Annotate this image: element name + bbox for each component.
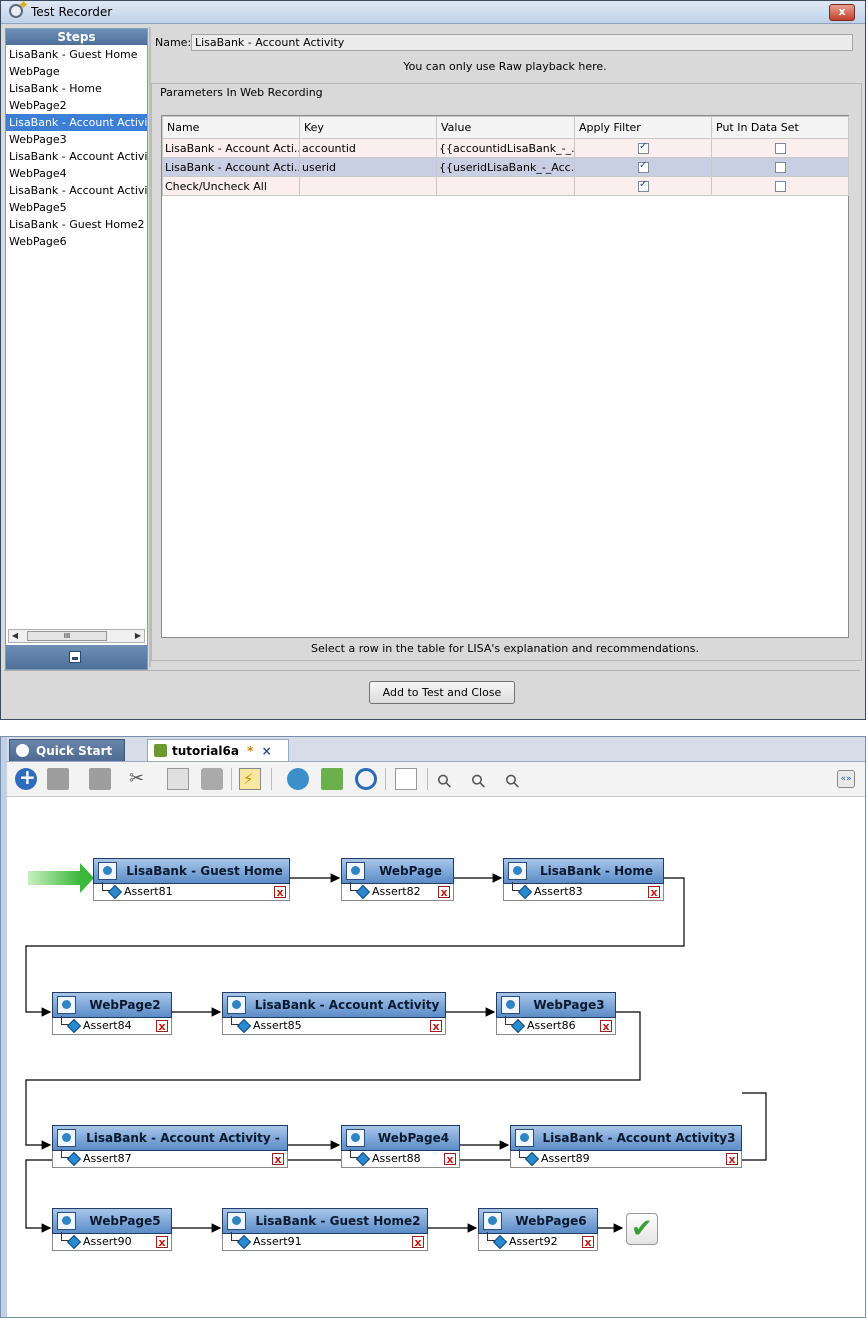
web-step-icon xyxy=(483,1212,502,1230)
step-node-label: WebPage xyxy=(379,864,442,878)
step-node-label: WebPage5 xyxy=(89,1214,161,1228)
step-node-label: WebPage4 xyxy=(377,1131,450,1145)
step-node-header[interactable]: LisaBank - Account Activity3 xyxy=(510,1125,742,1151)
assertion-label: Assert91 xyxy=(253,1235,302,1248)
step-node-header[interactable]: LisaBank - Guest Home2 xyxy=(222,1208,428,1234)
step-node-label: WebPage3 xyxy=(533,998,605,1012)
delete-assertion-icon[interactable]: x xyxy=(274,886,286,898)
assertion-row[interactable]: Assert87 x xyxy=(52,1149,288,1168)
assertion-row[interactable]: Assert89 x xyxy=(510,1149,742,1168)
flow-step-node[interactable]: WebPage4 Assert88 x xyxy=(341,1125,460,1168)
assertion-row[interactable]: Assert84 x xyxy=(52,1016,172,1035)
web-step-icon xyxy=(227,1212,246,1230)
flow-step-node[interactable]: LisaBank - Guest Home2 Assert91 x xyxy=(222,1208,428,1251)
web-step-icon xyxy=(346,1129,365,1147)
assertion-label: Assert83 xyxy=(534,885,583,898)
assertion-label: Assert84 xyxy=(83,1019,132,1032)
step-node-label: LisaBank - Home xyxy=(539,864,654,878)
assertion-row[interactable]: Assert85 x xyxy=(222,1016,446,1035)
assertion-row[interactable]: Assert90 x xyxy=(52,1232,172,1251)
web-step-icon xyxy=(227,996,246,1014)
flow-step-node[interactable]: LisaBank - Account Activity3 Assert89 x xyxy=(510,1125,742,1168)
step-node-header[interactable]: WebPage2 xyxy=(52,992,172,1018)
web-step-icon xyxy=(98,862,117,880)
flow-step-node[interactable]: LisaBank - Home Assert83 x xyxy=(503,858,664,901)
step-node-header[interactable]: WebPage6 xyxy=(478,1208,598,1234)
assertion-label: Assert85 xyxy=(253,1019,302,1032)
step-node-label: WebPage6 xyxy=(515,1214,587,1228)
step-node-header[interactable]: WebPage xyxy=(341,858,454,884)
web-step-icon xyxy=(57,1129,76,1147)
step-node-header[interactable]: LisaBank - Guest Home xyxy=(93,858,290,884)
assertion-row[interactable]: Assert91 x xyxy=(222,1232,428,1251)
assertion-row[interactable]: Assert83 x xyxy=(503,882,664,901)
web-step-icon xyxy=(57,996,76,1014)
step-node-header[interactable]: WebPage3 xyxy=(496,992,616,1018)
delete-assertion-icon[interactable]: x xyxy=(600,1020,612,1032)
assertion-label: Assert82 xyxy=(372,885,421,898)
flow-step-node[interactable]: WebPage6 Assert92 x xyxy=(478,1208,598,1251)
step-node-label: WebPage2 xyxy=(89,998,161,1012)
flow-step-node[interactable]: WebPage Assert82 x xyxy=(341,858,454,901)
assertion-row[interactable]: Assert81 x xyxy=(93,882,290,901)
step-node-label: LisaBank - Account Activity - xyxy=(86,1131,280,1145)
web-step-icon xyxy=(501,996,520,1014)
delete-assertion-icon[interactable]: x xyxy=(438,886,450,898)
assertion-label: Assert92 xyxy=(509,1235,558,1248)
delete-assertion-icon[interactable]: x xyxy=(444,1153,456,1165)
delete-assertion-icon[interactable]: x xyxy=(412,1236,424,1248)
assertion-row[interactable]: Assert86 x xyxy=(496,1016,616,1035)
flow-step-node[interactable]: WebPage2 Assert84 x xyxy=(52,992,172,1035)
end-checkmark-icon[interactable] xyxy=(626,1213,658,1245)
web-step-icon xyxy=(57,1212,76,1230)
assertion-label: Assert88 xyxy=(372,1152,421,1165)
delete-assertion-icon[interactable]: x xyxy=(582,1236,594,1248)
flow-connectors xyxy=(25,873,767,1233)
assertion-label: Assert90 xyxy=(83,1235,132,1248)
assertion-label: Assert86 xyxy=(527,1019,576,1032)
delete-assertion-icon[interactable]: x xyxy=(430,1020,442,1032)
assertion-row[interactable]: Assert82 x xyxy=(341,882,454,901)
step-node-label: LisaBank - Account Activity xyxy=(254,998,440,1012)
step-node-header[interactable]: LisaBank - Home xyxy=(503,858,664,884)
delete-assertion-icon[interactable]: x xyxy=(156,1020,168,1032)
assertion-label: Assert81 xyxy=(124,885,173,898)
delete-assertion-icon[interactable]: x xyxy=(272,1153,284,1165)
step-node-label: LisaBank - Guest Home xyxy=(126,864,283,878)
flow-step-node[interactable]: WebPage5 Assert90 x xyxy=(52,1208,172,1251)
assertion-label: Assert87 xyxy=(83,1152,132,1165)
flow-step-node[interactable]: LisaBank - Account Activity Assert85 x xyxy=(222,992,446,1035)
web-step-icon xyxy=(515,1129,534,1147)
web-step-icon xyxy=(346,862,365,880)
assertion-label: Assert89 xyxy=(541,1152,590,1165)
delete-assertion-icon[interactable]: x xyxy=(726,1153,738,1165)
assertion-row[interactable]: Assert92 x xyxy=(478,1232,598,1251)
step-node-header[interactable]: LisaBank - Account Activity xyxy=(222,992,446,1018)
step-node-header[interactable]: LisaBank - Account Activity - xyxy=(52,1125,288,1151)
start-arrow-icon xyxy=(28,863,94,893)
web-step-icon xyxy=(508,862,527,880)
flow-step-node[interactable]: LisaBank - Guest Home Assert81 x xyxy=(93,858,290,901)
delete-assertion-icon[interactable]: x xyxy=(156,1236,168,1248)
flow-step-node[interactable]: LisaBank - Account Activity - Assert87 x xyxy=(52,1125,288,1168)
step-node-label: LisaBank - Guest Home2 xyxy=(255,1214,421,1228)
flow-step-node[interactable]: WebPage3 Assert86 x xyxy=(496,992,616,1035)
step-node-header[interactable]: WebPage5 xyxy=(52,1208,172,1234)
delete-assertion-icon[interactable]: x xyxy=(648,886,660,898)
step-node-label: LisaBank - Account Activity3 xyxy=(542,1131,736,1145)
assertion-row[interactable]: Assert88 x xyxy=(341,1149,460,1168)
step-node-header[interactable]: WebPage4 xyxy=(341,1125,460,1151)
